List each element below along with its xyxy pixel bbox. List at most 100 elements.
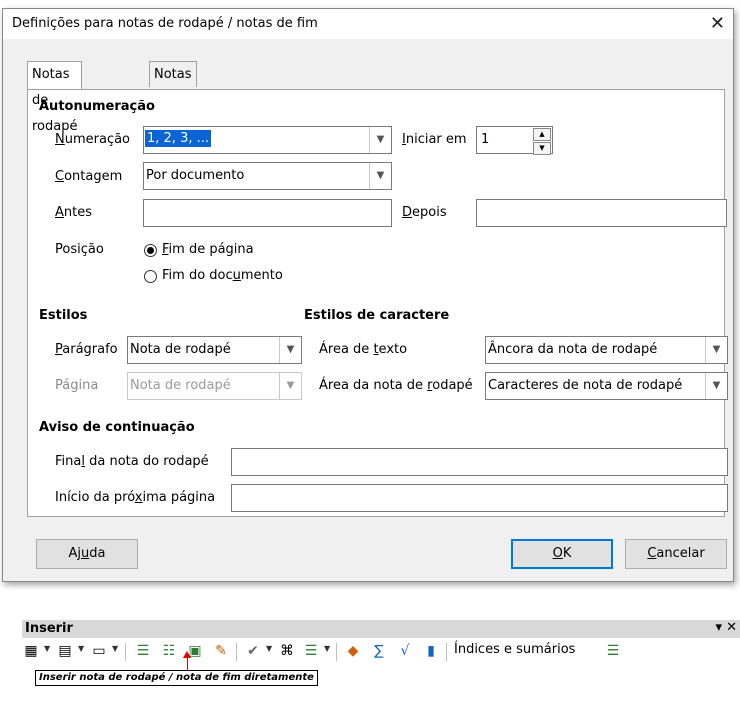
image-icon[interactable]: ◆ (344, 642, 362, 660)
ok-button[interactable]: OK (511, 539, 613, 569)
pagina-select: Nota de rodapé ▼ (127, 372, 302, 400)
chevron-down-icon: ▼ (279, 337, 301, 363)
estilos-caractere-heading: Estilos de caractere (304, 308, 450, 323)
bookmark-icon[interactable]: ✎ (212, 642, 230, 660)
toolbar-titlebar: Inserir ▾ ✕ (22, 620, 740, 638)
chevron-down-icon[interactable]: ▼ (324, 644, 330, 653)
tab-panel: Autonumeração Numeração 1, 2, 3, ... ▼ I… (27, 89, 728, 517)
contagem-value: Por documento (146, 168, 245, 183)
depois-input[interactable] (476, 199, 727, 227)
area-nota-select[interactable]: Caracteres de nota de rodapé ▼ (485, 372, 728, 400)
footnote-settings-dialog: Definições para notas de rodapé / notas … (2, 8, 734, 582)
spelling-icon[interactable]: ✔ (244, 642, 262, 660)
paragrafo-value: Nota de rodapé (130, 342, 231, 357)
dialog-titlebar: Definições para notas de rodapé / notas … (3, 9, 733, 39)
frame-icon[interactable]: ▭ (90, 642, 108, 660)
radio-fim-de-pagina[interactable] (144, 244, 157, 257)
fim-de-pagina-text: im de página (168, 242, 254, 257)
callout-arrow-line (187, 656, 188, 670)
text-box-icon[interactable]: ▤ (56, 642, 74, 660)
paragrafo-label-text: arágrafo (62, 342, 118, 357)
chevron-down-icon[interactable]: ▼ (78, 644, 84, 653)
toolbar-controls[interactable]: ▾ ✕ (715, 620, 737, 635)
antes-input[interactable] (143, 199, 392, 227)
iniciar-spinner[interactable]: 1 ▲ ▼ (476, 126, 553, 155)
close-icon[interactable]: ✕ (710, 13, 725, 34)
inicio-input[interactable] (231, 484, 728, 512)
insert-toolbar: ▦ ▼ ▤ ▼ ▭ ▼ ☰ ☷ ▣ ✎ ✔ ▼ ⌘ ☰ ▼ ◆ ∑ √ ▮ Ín… (22, 640, 740, 666)
chart-icon[interactable]: ▮ (422, 642, 440, 660)
cancel-text: ancelar (656, 546, 705, 561)
fim-do-documento-label[interactable]: Fim do documento (162, 268, 283, 283)
fontwork-icon[interactable]: √ (396, 642, 414, 660)
spin-up-icon[interactable]: ▲ (533, 128, 551, 141)
numeracao-value: 1, 2, 3, ... (145, 130, 212, 147)
fim-do-documento-text-b: mento (240, 268, 283, 283)
callout-label: Inserir nota de rodapé / nota de fim dir… (35, 670, 318, 686)
final-label-text-a: Fina (55, 454, 82, 469)
chevron-down-icon[interactable]: ▼ (266, 644, 272, 653)
chevron-down-icon: ▼ (705, 337, 727, 363)
area-nota-text-b: odapé (432, 378, 473, 393)
depois-label: Depois (402, 205, 447, 220)
final-input[interactable] (231, 448, 728, 476)
area-texto-select[interactable]: Âncora da nota de rodapé ▼ (485, 336, 728, 364)
indices-sumarios-button[interactable]: Índices e sumários (454, 642, 575, 657)
toolbar-separator (336, 643, 337, 661)
numeracao-select[interactable]: 1, 2, 3, ... ▼ (143, 126, 392, 154)
chevron-down-icon: ▼ (369, 127, 391, 153)
help-button[interactable]: Ajuda (36, 539, 138, 569)
contagem-label: Contagem (55, 169, 123, 184)
posicao-label: Posição (55, 242, 104, 257)
inicio-label: Início da próxima página (55, 490, 216, 505)
contagem-label-text: ontagem (64, 169, 123, 184)
autonumeracao-heading: Autonumeração (39, 99, 155, 114)
fields-icon[interactable]: ☰ (302, 642, 320, 660)
table-icon[interactable]: ▦ (22, 642, 40, 660)
insert-endnote-icon[interactable]: ☷ (160, 642, 178, 660)
dialog-title: Definições para notas de rodapé / notas … (12, 16, 318, 31)
ok-text: K (562, 546, 572, 561)
antes-label: Antes (55, 205, 93, 220)
help-text-b: da (89, 546, 106, 561)
depois-label-text: epois (412, 205, 447, 220)
area-texto-text-a: Área de (319, 342, 374, 357)
pagina-value: Nota de rodapé (130, 378, 231, 393)
area-texto-text-b: exto (378, 342, 408, 357)
radio-fim-do-documento[interactable] (144, 270, 157, 283)
final-label: Final da nota do rodapé (55, 454, 209, 469)
area-texto-value: Âncora da nota de rodapé (488, 342, 658, 357)
contagem-select[interactable]: Por documento ▼ (143, 162, 392, 190)
tab-notas-de-fim[interactable]: Notas de fim (149, 61, 197, 134)
area-texto-label: Área de texto (319, 342, 408, 357)
paragrafo-select[interactable]: Nota de rodapé ▼ (127, 336, 302, 364)
spin-down-icon[interactable]: ▼ (533, 142, 551, 155)
fim-de-pagina-label[interactable]: Fim de página (162, 242, 254, 257)
fim-do-documento-text-a: Fim do doc (162, 268, 233, 283)
toolbar-title: Inserir (25, 621, 73, 636)
inicio-label-text-a: Início da pró (55, 490, 135, 505)
toolbar-separator (236, 643, 237, 661)
final-label-text-b: da nota do rodapé (84, 454, 209, 469)
insert-footnote-icon[interactable]: ☰ (134, 642, 152, 660)
insert-index-icon[interactable]: ☰ (604, 642, 622, 660)
antes-label-text: ntes (63, 205, 93, 220)
chevron-down-icon: ▼ (705, 373, 727, 399)
pagina-label: Página (55, 378, 99, 393)
help-text-a: Aj (68, 546, 82, 561)
formula-icon[interactable]: ∑ (370, 642, 388, 660)
iniciar-value: 1 (481, 132, 490, 147)
paragrafo-label: Parágrafo (55, 342, 118, 357)
aviso-heading: Aviso de continuação (39, 420, 195, 435)
cancel-button[interactable]: Cancelar (625, 539, 727, 569)
chevron-down-icon[interactable]: ▼ (112, 644, 118, 653)
special-character-icon[interactable]: ⌘ (278, 642, 296, 660)
iniciar-label-text: niciar em (405, 132, 467, 147)
estilos-heading: Estilos (39, 308, 88, 323)
area-nota-label: Área da nota de rodapé (319, 378, 473, 393)
toolbar-separator (125, 643, 126, 661)
chevron-down-icon[interactable]: ▼ (44, 644, 50, 653)
inicio-label-text-b: ima página (142, 490, 216, 505)
tab-notas-de-rodape[interactable]: Notas de rodapé (27, 61, 83, 134)
chevron-down-icon: ▼ (369, 163, 391, 189)
